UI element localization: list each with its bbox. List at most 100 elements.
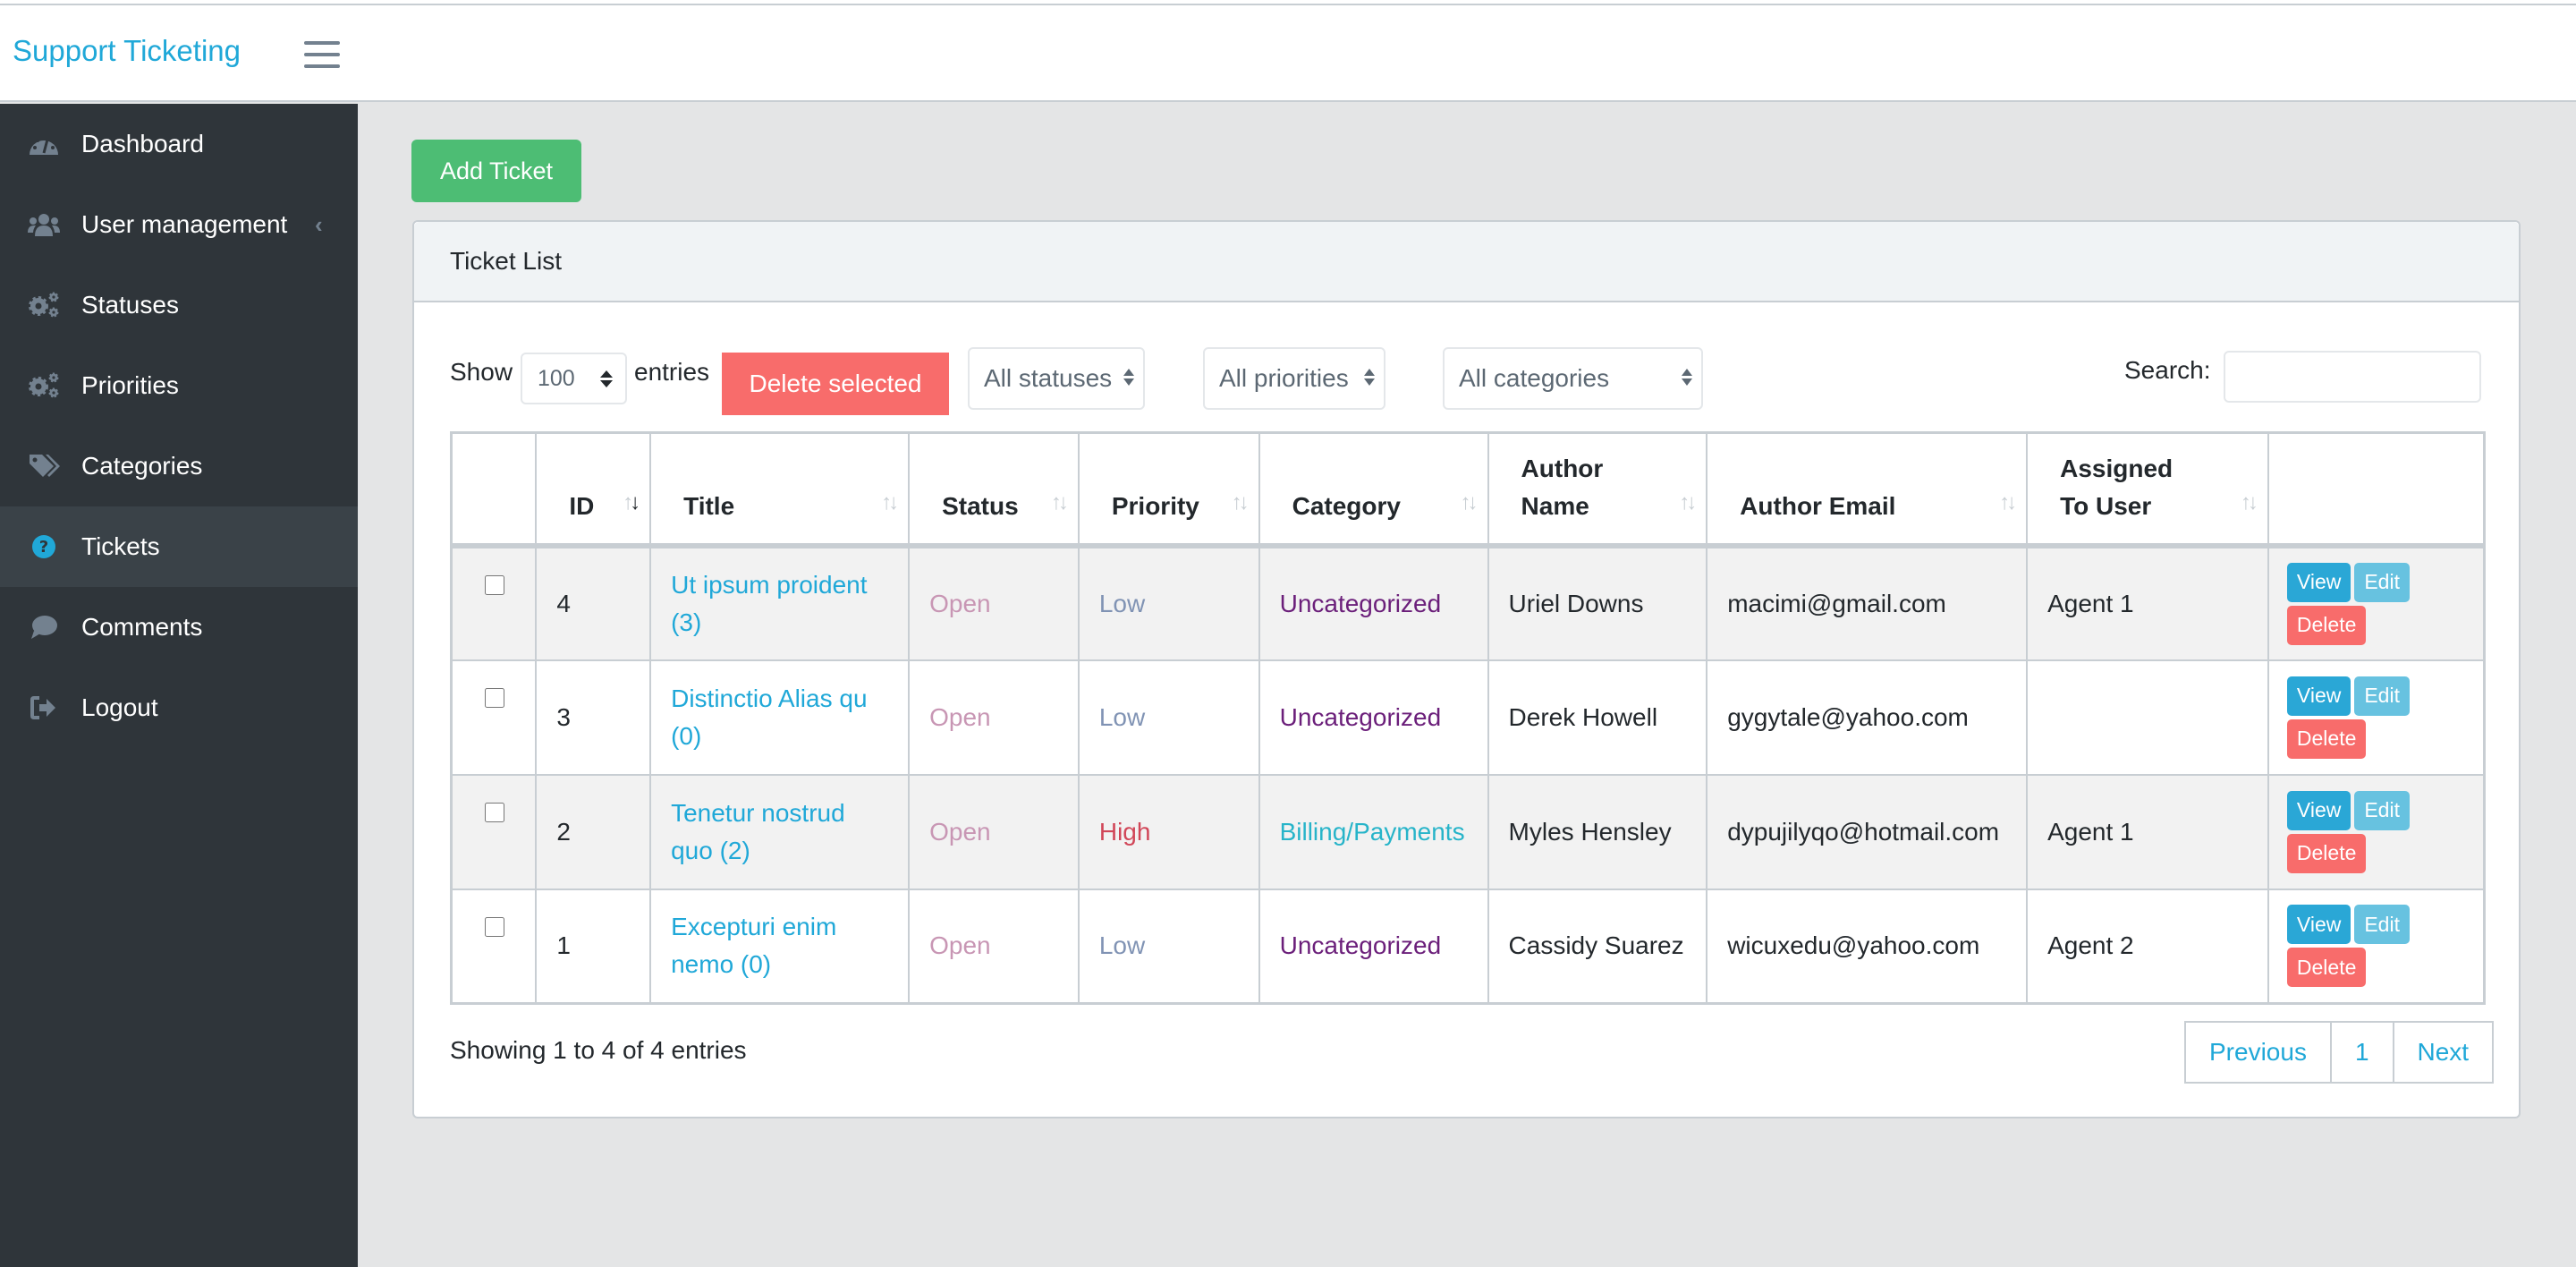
delete-button[interactable]: Delete: [2286, 948, 2367, 988]
ticket-priority: Low: [1077, 888, 1260, 1005]
status-filter-value: All statuses: [984, 364, 1113, 392]
ticket-title-cell: Excepturi enim nemo (0): [649, 888, 911, 1005]
row-checkbox[interactable]: [485, 687, 505, 708]
ticket-author-name: Myles Hensley: [1487, 773, 1708, 890]
select-arrows-icon: [600, 370, 613, 387]
pagination-previous[interactable]: Previous: [2186, 1023, 2332, 1082]
ticket-title-link[interactable]: Excepturi enim nemo (0): [671, 913, 836, 978]
sidebar-item-dashboard[interactable]: Dashboard: [0, 104, 358, 184]
ticket-category: Uncategorized: [1258, 544, 1489, 661]
chevron-left-icon[interactable]: ‹: [315, 211, 323, 239]
ticket-status: Open: [908, 659, 1080, 776]
sort-icon: ↑↓: [1050, 489, 1069, 514]
sidebar-item-priorities[interactable]: Priorities: [0, 345, 358, 426]
status-filter-select[interactable]: All statuses: [968, 347, 1145, 410]
sort-icon: ↑↓: [1460, 489, 1479, 514]
view-button[interactable]: View: [2286, 790, 2351, 830]
pagination-next[interactable]: Next: [2394, 1023, 2493, 1082]
column-header-status[interactable]: Status ↑↓: [908, 431, 1080, 548]
column-header-assigned-to[interactable]: Assigned To User ↑↓: [2026, 431, 2269, 548]
sign-out-icon: [28, 694, 60, 721]
sort-icon: ↑↓: [1999, 489, 2017, 514]
row-actions: View Edit Delete: [2267, 544, 2486, 661]
select-arrows-icon: [1364, 369, 1375, 386]
row-select-cell: [450, 888, 538, 1005]
ticket-title-link[interactable]: Distinctio Alias qu (0): [671, 685, 867, 750]
table-row: 4 Ut ipsum proident (3) Open Low Uncateg…: [450, 544, 2486, 661]
edit-button[interactable]: Edit: [2354, 905, 2410, 945]
sidebar-item-label: Comments: [81, 613, 203, 641]
hamburger-icon[interactable]: [304, 41, 340, 68]
column-header-select: [450, 431, 538, 548]
ticket-assigned-to: Agent 2: [2026, 888, 2269, 1005]
column-header-priority[interactable]: Priority ↑↓: [1077, 431, 1260, 548]
page-length-select[interactable]: 100: [521, 353, 627, 404]
view-button[interactable]: View: [2286, 676, 2351, 716]
sidebar-item-categories[interactable]: Categories: [0, 426, 358, 506]
sidebar-item-logout[interactable]: Logout: [0, 668, 358, 748]
ticket-title-link[interactable]: Ut ipsum proident (3): [671, 571, 867, 636]
edit-button[interactable]: Edit: [2354, 676, 2410, 716]
delete-selected-button[interactable]: Delete selected: [722, 353, 949, 415]
card-title: Ticket List: [414, 222, 2519, 302]
row-checkbox[interactable]: [485, 802, 505, 822]
ticket-id: 1: [535, 888, 652, 1005]
row-actions: View Edit Delete: [2267, 659, 2486, 776]
row-checkbox[interactable]: [485, 916, 505, 937]
ticket-assigned-to: Agent 1: [2026, 773, 2269, 890]
entries-label: entries: [634, 358, 710, 386]
tickets-table: ID ↑↓ Title ↑↓ Status ↑↓ Priority ↑↓ Categor…: [450, 431, 2486, 1005]
question-circle-icon: ?: [28, 533, 60, 560]
users-icon: [28, 211, 60, 238]
row-select-cell: [450, 659, 538, 776]
sidebar-item-comments[interactable]: Comments: [0, 587, 358, 668]
search-input[interactable]: [2224, 351, 2481, 403]
priority-filter-select[interactable]: All priorities: [1203, 347, 1385, 410]
ticket-assigned-to: Agent 1: [2026, 544, 2269, 661]
ticket-priority: Low: [1077, 544, 1260, 661]
sidebar-item-label: Dashboard: [81, 130, 204, 157]
delete-button[interactable]: Delete: [2286, 719, 2367, 759]
table-row: 3 Distinctio Alias qu (0) Open Low Uncat…: [450, 659, 2486, 776]
select-arrows-icon: [1682, 369, 1692, 386]
edit-button[interactable]: Edit: [2354, 562, 2410, 602]
delete-button[interactable]: Delete: [2286, 833, 2367, 873]
ticket-title-cell: Distinctio Alias qu (0): [649, 659, 911, 776]
category-filter-select[interactable]: All categories: [1443, 347, 1703, 410]
view-button[interactable]: View: [2286, 562, 2351, 602]
ticket-title-link[interactable]: Tenetur nostrud quo (2): [671, 799, 845, 864]
ticket-category: Uncategorized: [1258, 659, 1489, 776]
sidebar-item-label: User management: [81, 210, 288, 238]
show-label: Show: [450, 358, 513, 386]
sort-icon: ↑↓: [1679, 489, 1697, 514]
ticket-status: Open: [908, 888, 1080, 1005]
ticket-title-cell: Tenetur nostrud quo (2): [649, 773, 911, 890]
view-button[interactable]: View: [2286, 905, 2351, 945]
row-select-cell: [450, 544, 538, 661]
brand-logo[interactable]: Support Ticketing: [13, 34, 241, 68]
sidebar-item-label: Tickets: [81, 532, 160, 560]
column-header-category[interactable]: Category ↑↓: [1258, 431, 1489, 548]
table-row: 2 Tenetur nostrud quo (2) Open High Bill…: [450, 773, 2486, 890]
ticket-id: 2: [535, 773, 652, 890]
table-header-row: ID ↑↓ Title ↑↓ Status ↑↓ Priority ↑↓ Categor…: [450, 431, 2486, 548]
top-header: Support Ticketing: [0, 5, 2576, 102]
sidebar-item-user-management[interactable]: User management ‹: [0, 184, 358, 265]
ticket-author-email: wicuxedu@yahoo.com: [1706, 888, 2029, 1005]
row-actions: View Edit Delete: [2267, 773, 2486, 890]
column-header-author-name[interactable]: Author Name ↑↓: [1487, 431, 1708, 548]
column-header-title[interactable]: Title ↑↓: [649, 431, 911, 548]
ticket-priority: High: [1077, 773, 1260, 890]
edit-button[interactable]: Edit: [2354, 790, 2410, 830]
add-ticket-button[interactable]: Add Ticket: [411, 140, 581, 202]
sidebar-item-tickets[interactable]: ? Tickets: [0, 506, 358, 587]
ticket-author-name: Cassidy Suarez: [1487, 888, 1708, 1005]
select-arrows-icon: [1123, 369, 1134, 386]
column-header-author-email[interactable]: Author Email ↑↓: [1706, 431, 2029, 548]
search-label: Search:: [2124, 356, 2211, 384]
delete-button[interactable]: Delete: [2286, 605, 2367, 645]
row-checkbox[interactable]: [485, 574, 505, 595]
sidebar-item-statuses[interactable]: Statuses: [0, 265, 358, 345]
column-header-id[interactable]: ID ↑↓: [535, 431, 652, 548]
pagination-page-1[interactable]: 1: [2332, 1023, 2394, 1082]
